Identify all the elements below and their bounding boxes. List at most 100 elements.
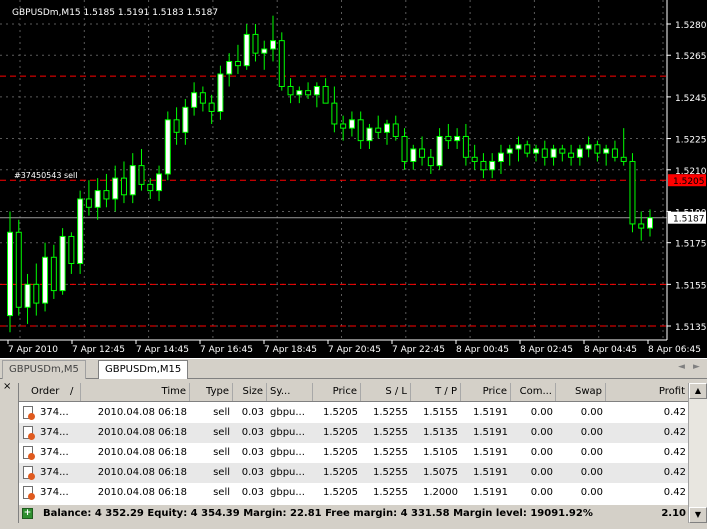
cell-cur: 1.5191	[473, 427, 508, 438]
candle-body	[50, 256, 57, 292]
column-header-type[interactable]: Type	[190, 383, 233, 401]
table-header: Order / Time Type Size Sy... Price S / L…	[19, 383, 689, 402]
candle-body	[445, 135, 452, 142]
time-tick-label: 7 Apr 18:45	[264, 345, 317, 355]
sell-dot-icon	[28, 493, 35, 500]
candle-body	[480, 160, 487, 171]
candle-body	[7, 231, 13, 317]
price-tick-label: 1.5265	[675, 52, 707, 62]
candle-body	[261, 48, 268, 54]
table-row[interactable]: 374... 2010.04.08 06:18 sell 0.03 gbpu... 1.5…	[19, 463, 689, 483]
candle-body	[270, 40, 277, 50]
tab-gbpusdm-m5[interactable]: GBPUSDm,M5	[2, 360, 86, 379]
tab-scroll-right-icon[interactable]: ►	[693, 362, 700, 372]
table-row[interactable]: 374... 2010.04.08 06:18 sell 0.03 gbpu... 1.5…	[19, 443, 689, 463]
cell-type: sell	[213, 467, 230, 478]
vertical-scrollbar[interactable]: ▲ ▼	[688, 383, 707, 523]
price-tick-label: 1.5280	[675, 21, 707, 31]
cell-time: 2010.04.08 06:18	[97, 407, 187, 418]
cell-symbol: gbpu...	[270, 407, 305, 418]
column-header-tp[interactable]: T / P	[411, 383, 461, 401]
close-icon[interactable]: ×	[3, 381, 11, 392]
sort-indicator-icon: /	[67, 383, 81, 401]
cell-comm: 0.00	[530, 487, 553, 498]
candlestick-chart[interactable]: 1.52801.52651.52451.52251.52101.51901.51…	[0, 0, 707, 358]
scroll-down-icon[interactable]: ▼	[689, 507, 707, 523]
column-header-commission[interactable]: Com...	[511, 383, 556, 401]
candle-body	[15, 231, 22, 308]
cell-symbol: gbpu...	[270, 427, 305, 438]
column-header-price[interactable]: Price	[313, 383, 361, 401]
table-row[interactable]: 374... 2010.04.08 06:18 sell 0.03 gbpu... 1.5…	[19, 483, 689, 503]
cell-profit: 0.42	[663, 467, 686, 478]
column-header-sl[interactable]: S / L	[361, 383, 411, 401]
table-row[interactable]: 374... 2010.04.08 06:18 sell 0.03 gbpu... 1.5…	[19, 403, 689, 423]
cell-type: sell	[213, 487, 230, 498]
candle-body	[199, 92, 206, 104]
cell-order: 374...	[40, 467, 69, 478]
time-tick-label: 8 Apr 02:45	[520, 345, 573, 355]
cell-profit: 0.42	[663, 447, 686, 458]
cell-sl: 1.5255	[373, 487, 408, 498]
cell-profit: 0.42	[663, 487, 686, 498]
cell-type: sell	[213, 407, 230, 418]
candle-body	[366, 127, 373, 142]
order-label: #37450543 sell	[14, 171, 78, 180]
candle-body	[454, 135, 461, 142]
time-tick-label: 7 Apr 22:45	[392, 345, 445, 355]
cell-size: 0.03	[241, 427, 264, 438]
candle-body	[410, 148, 417, 162]
column-header-time[interactable]: Time	[81, 383, 190, 401]
candle-body	[515, 144, 522, 150]
cell-sl: 1.5255	[373, 427, 408, 438]
column-header-symbol[interactable]: Sy...	[267, 383, 313, 401]
candle-body	[647, 217, 653, 229]
column-header-swap[interactable]: Swap	[556, 383, 606, 401]
price-tick-label: 1.5225	[675, 136, 707, 146]
candle-body	[585, 144, 592, 150]
column-header-current-price[interactable]: Price	[461, 383, 511, 401]
column-header-profit[interactable]: Profit	[606, 383, 689, 401]
candle-body	[541, 148, 548, 158]
balance-summary: Balance: 4 352.29 Equity: 4 354.39 Margi…	[43, 508, 593, 519]
candle-body	[103, 190, 110, 200]
candle-body	[85, 198, 92, 208]
candle-body	[164, 119, 171, 175]
column-header-size[interactable]: Size	[233, 383, 267, 401]
cell-cur: 1.5191	[473, 407, 508, 418]
cell-type: sell	[213, 447, 230, 458]
scroll-up-icon[interactable]: ▲	[689, 383, 707, 399]
price-tick-label: 1.5135	[675, 323, 707, 333]
time-tick-label: 8 Apr 04:45	[584, 345, 637, 355]
sell-dot-icon	[28, 433, 35, 440]
tab-gbpusdm-m15[interactable]: GBPUSDm,M15	[98, 360, 189, 380]
sell-dot-icon	[28, 473, 35, 480]
cell-price: 1.5205	[323, 487, 358, 498]
candle-body	[322, 85, 329, 104]
candle-body	[313, 85, 320, 96]
candle-body	[392, 123, 399, 137]
candle-body	[226, 60, 233, 75]
cell-price: 1.5205	[323, 447, 358, 458]
price-chart[interactable]: 1.52801.52651.52451.52251.52101.51901.51…	[0, 0, 707, 358]
chart-header: GBPUSDm,M15 1.5185 1.5191 1.5183 1.5187	[12, 8, 218, 18]
cell-swap: 0.00	[580, 447, 603, 458]
cell-symbol: gbpu...	[270, 447, 305, 458]
cell-sl: 1.5255	[373, 447, 408, 458]
orders-table: Order / Time Type Size Sy... Price S / L…	[18, 383, 707, 523]
candle-body	[94, 190, 101, 208]
cell-size: 0.03	[241, 467, 264, 478]
table-row[interactable]: 374... 2010.04.08 06:18 sell 0.03 gbpu... 1.5…	[19, 423, 689, 443]
candle-body	[147, 183, 154, 192]
cell-order: 374...	[40, 407, 69, 418]
order-icon	[23, 486, 35, 500]
candle-body	[462, 135, 469, 158]
candle-body	[42, 256, 49, 304]
order-icon	[23, 466, 35, 480]
candle-body	[278, 40, 285, 87]
candle-body	[348, 119, 355, 129]
candle-body	[156, 173, 163, 192]
tab-scroll-left-icon[interactable]: ◄	[678, 362, 685, 372]
balance-row[interactable]: + Balance: 4 352.29 Equity: 4 354.39 Mar…	[19, 505, 689, 523]
cell-comm: 0.00	[530, 447, 553, 458]
